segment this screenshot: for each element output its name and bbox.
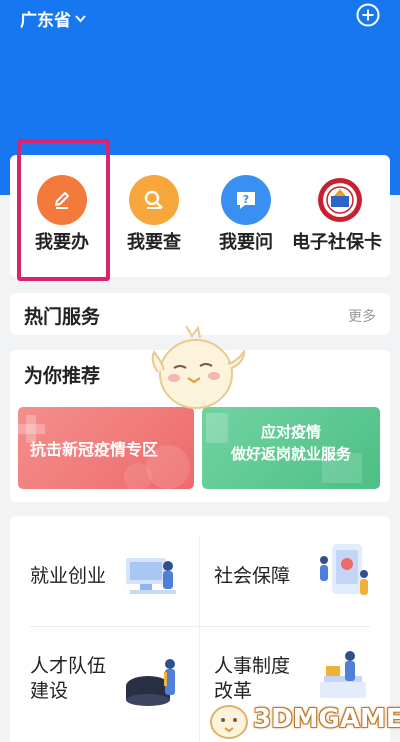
quick-action-label: 我要查 xyxy=(127,232,181,253)
watermark-text: 3DMGAME xyxy=(253,704,400,734)
quick-action-label: 我要问 xyxy=(219,232,273,253)
category-employment[interactable]: 就业创业 xyxy=(10,528,190,626)
mascot-chick-icon xyxy=(151,325,246,409)
quick-action-social-card[interactable]: 电子社保卡 xyxy=(290,175,390,254)
grid-divider-horizontal xyxy=(30,626,370,627)
chevron-down-icon xyxy=(75,14,86,22)
watermark-chick-icon xyxy=(210,705,248,739)
selection-highlight-box xyxy=(17,139,110,281)
category-label-multiline: 人事制度 改革 xyxy=(214,654,290,704)
province-label: 广东省 xyxy=(20,11,71,31)
province-selector[interactable]: 广东省 xyxy=(20,6,86,31)
covid-banner-text: 抗击新冠疫情专区 xyxy=(30,440,159,459)
quick-action-label: 电子社保卡 xyxy=(292,232,382,253)
quick-action-query[interactable]: 我要查 xyxy=(109,175,199,254)
covid-zone-banner[interactable]: 抗击新冠疫情专区 xyxy=(18,407,194,489)
social-security-card-icon xyxy=(315,175,365,225)
recommend-title: 为你推荐 xyxy=(24,365,101,387)
return-work-line2: 做好返岗就业服务 xyxy=(230,445,351,463)
return-work-line1: 应对疫情 xyxy=(260,423,321,441)
quick-action-ask[interactable]: ? 我要问 xyxy=(201,175,291,254)
social-security-illustration-icon xyxy=(320,544,368,595)
category-label: 社会保障 xyxy=(214,565,291,587)
add-circle-icon[interactable] xyxy=(356,3,380,27)
category-talent-team[interactable]: 人才队伍 建设 xyxy=(10,634,190,732)
category-label-multiline: 人才队伍 建设 xyxy=(30,654,106,704)
more-link[interactable]: 更多 xyxy=(348,306,376,326)
svg-text:?: ? xyxy=(243,193,249,206)
return-work-banner[interactable]: 应对疫情 做好返岗就业服务 xyxy=(202,407,380,489)
employment-illustration-icon xyxy=(126,558,176,594)
search-icon xyxy=(129,175,179,225)
question-icon: ? xyxy=(221,175,271,225)
watermark-logo: 3DMGAME xyxy=(205,698,400,740)
category-label-line1: 人才队伍 xyxy=(30,655,107,677)
hot-services-title: 热门服务 xyxy=(24,306,101,328)
category-label-line1: 人事制度 xyxy=(214,655,291,677)
talent-illustration-icon xyxy=(126,659,175,706)
category-label-line2: 建设 xyxy=(30,680,69,702)
category-label: 就业创业 xyxy=(30,565,107,587)
category-social-security[interactable]: 社会保障 xyxy=(200,528,380,626)
